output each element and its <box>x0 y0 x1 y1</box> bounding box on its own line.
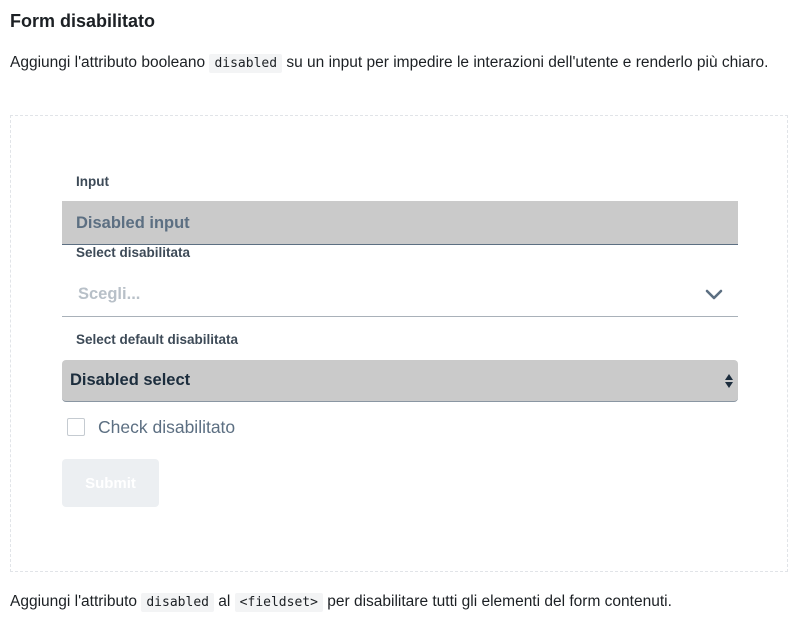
default-disabled-select[interactable]: Disabled select <box>62 360 738 402</box>
disabled-checkbox[interactable] <box>67 418 85 436</box>
sort-arrows-icon <box>725 374 733 388</box>
footer-code-fieldset: <fieldset> <box>234 593 323 612</box>
chevron-down-icon <box>705 289 723 300</box>
example-form-box: Input Select disabilitata Scegli... Sele… <box>10 115 788 572</box>
footer-text-after: per disabilitare tutti gli elementi del … <box>322 593 672 610</box>
footer-paragraph: Aggiungi l'attributo disabled al <fields… <box>10 590 790 615</box>
intro-text-after: su un input per impedire le interazioni … <box>282 54 769 71</box>
footer-text-before: Aggiungi l'attributo <box>10 593 142 610</box>
select-label: Select disabilitata <box>76 245 191 260</box>
footer-code-disabled: disabled <box>141 593 214 612</box>
default-select-label: Select default disabilitata <box>76 332 239 347</box>
section-title: Form disabilitato <box>10 11 156 31</box>
intro-text-before: Aggiungi l'attributo booleano <box>10 54 210 71</box>
select-placeholder: Scegli... <box>78 285 141 303</box>
footer-text-middle: al <box>213 593 235 610</box>
intro-paragraph: Aggiungi l'attributo booleano disabled s… <box>10 51 790 76</box>
default-select-value: Disabled select <box>70 371 191 389</box>
input-label: Input <box>76 174 109 189</box>
disabled-select[interactable]: Scegli... <box>62 273 738 317</box>
checkbox-label: Check disabilitato <box>98 417 236 437</box>
disabled-input[interactable] <box>62 201 738 245</box>
intro-code: disabled <box>209 54 283 73</box>
submit-button[interactable]: Submit <box>62 459 159 507</box>
